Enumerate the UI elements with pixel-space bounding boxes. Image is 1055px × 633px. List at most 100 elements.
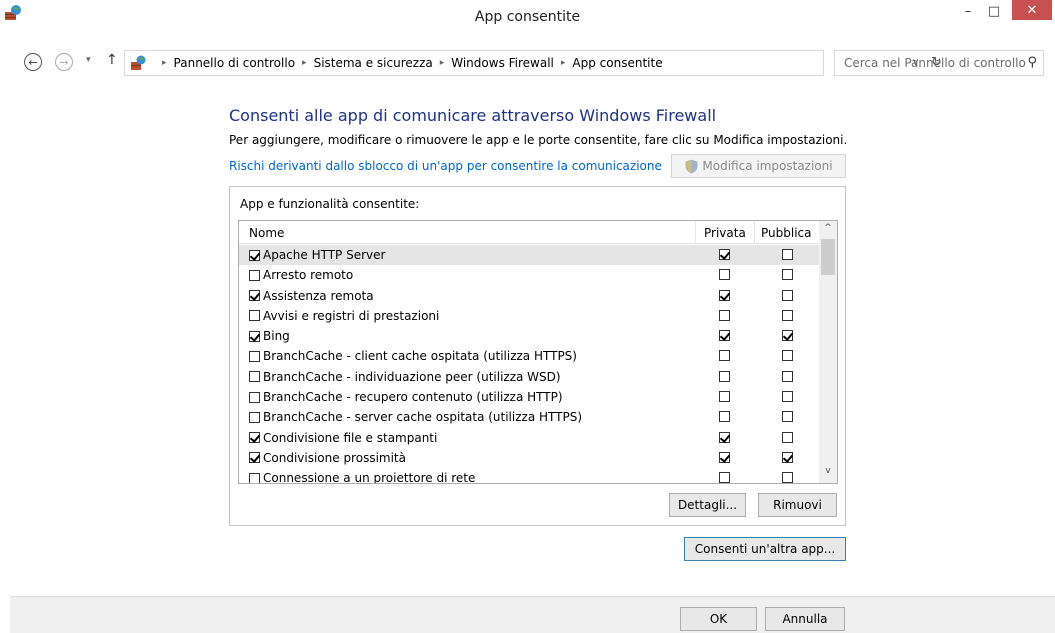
public-checkbox[interactable] — [782, 431, 793, 443]
public-checkbox[interactable] — [782, 330, 793, 342]
ok-button[interactable]: OK — [680, 607, 757, 631]
public-checkbox[interactable] — [782, 249, 793, 260]
app-enabled-checkbox[interactable] — [249, 411, 260, 423]
app-enabled-checkbox[interactable] — [249, 249, 260, 261]
breadcrumb-separator-icon[interactable]: ▸ — [302, 58, 307, 68]
column-header-private[interactable]: Privata — [704, 226, 746, 240]
group-label: App e funzionalità consentite: — [240, 197, 420, 211]
app-enabled-checkbox[interactable] — [249, 290, 260, 302]
table-row[interactable]: BranchCache - client cache ospitata (uti… — [239, 346, 819, 366]
app-enabled-checkbox[interactable] — [249, 350, 260, 362]
app-enabled-checkbox[interactable] — [249, 452, 260, 464]
app-enabled-checkbox[interactable] — [249, 472, 260, 483]
app-enabled-checkbox[interactable] — [249, 391, 260, 403]
column-header-name[interactable]: Nome — [249, 226, 284, 240]
public-checkbox[interactable] — [782, 309, 793, 321]
table-row[interactable]: Apache HTTP Server — [239, 245, 819, 266]
address-bar[interactable]: ▸ Pannello di controllo ▸ Sistema e sicu… — [124, 50, 942, 76]
private-checkbox[interactable] — [719, 431, 730, 443]
column-header-public[interactable]: Pubblica — [761, 226, 811, 240]
private-checkbox[interactable] — [719, 370, 730, 382]
search-input[interactable]: Cerca nel Pannello di controllo ⚲ — [834, 50, 1044, 76]
private-checkbox[interactable] — [719, 350, 730, 362]
breadcrumb-separator-icon[interactable]: ▸ — [440, 58, 445, 68]
risks-link[interactable]: Rischi derivanti dallo sblocco di un'app… — [229, 159, 662, 173]
column-divider — [754, 221, 755, 244]
private-checkbox[interactable] — [719, 289, 730, 301]
app-name-cell: Arresto remoto — [249, 268, 353, 282]
minimize-button[interactable]: – — [955, 0, 981, 22]
private-checkbox[interactable] — [719, 411, 730, 423]
window-title: App consentite — [474, 9, 581, 25]
app-name-cell: Connessione a un proiettore di rete — [249, 471, 475, 483]
public-checkbox[interactable] — [782, 451, 793, 463]
remove-button[interactable]: Rimuovi — [758, 493, 837, 517]
app-enabled-checkbox[interactable] — [249, 371, 260, 383]
table-row[interactable]: Arresto remoto — [239, 265, 819, 285]
private-checkbox[interactable] — [719, 330, 730, 342]
table-row[interactable]: BranchCache - recupero contenuto (utiliz… — [239, 387, 819, 407]
scroll-up-icon[interactable]: ^ — [819, 223, 837, 237]
app-enabled-checkbox[interactable] — [249, 330, 260, 342]
close-button[interactable]: ✕ — [1012, 0, 1052, 20]
table-row[interactable]: Avvisi e registri di prestazioni — [239, 306, 819, 326]
breadcrumb-separator-icon[interactable]: ▸ — [561, 58, 566, 68]
app-name-cell: BranchCache - individuazione peer (utili… — [249, 370, 561, 384]
public-checkbox[interactable] — [782, 370, 793, 382]
private-checkbox[interactable] — [719, 309, 730, 321]
vertical-scrollbar[interactable]: ^ v — [819, 221, 837, 483]
app-name-cell: Condivisione file e stampanti — [249, 431, 437, 445]
maximize-button[interactable]: □ — [981, 0, 1007, 22]
public-checkbox[interactable] — [782, 289, 793, 301]
app-name-cell: Bing — [249, 329, 290, 343]
app-name-label: Condivisione file e stampanti — [263, 430, 438, 445]
allow-another-app-button[interactable]: Consenti un'altra app... — [684, 537, 846, 561]
public-checkbox[interactable] — [782, 350, 793, 362]
back-arrow-icon[interactable]: ← — [24, 53, 42, 71]
app-name-label: BranchCache - server cache ospitata (uti… — [263, 410, 583, 425]
recent-locations-chevron-icon[interactable]: ▾ — [86, 55, 91, 65]
list-header: Nome Privata Pubblica — [239, 221, 819, 244]
table-row[interactable]: BranchCache - server cache ospitata (uti… — [239, 407, 819, 427]
private-checkbox[interactable] — [719, 249, 730, 260]
public-checkbox[interactable] — [782, 269, 793, 281]
app-name-cell: BranchCache - server cache ospitata (uti… — [249, 410, 582, 424]
breadcrumb-item-firewall[interactable]: Windows Firewall — [451, 56, 554, 70]
uac-shield-icon — [686, 159, 698, 173]
forward-arrow-icon[interactable]: → — [55, 53, 73, 71]
breadcrumb-item-sistema[interactable]: Sistema e sicurezza — [314, 56, 433, 70]
search-icon[interactable]: ⚲ — [1027, 55, 1037, 70]
details-button[interactable]: Dettagli... — [669, 493, 746, 517]
cancel-button[interactable]: Annulla — [765, 607, 845, 631]
table-row[interactable]: Condivisione file e stampanti — [239, 428, 819, 448]
private-checkbox[interactable] — [719, 451, 730, 463]
app-name-cell: Condivisione prossimità — [249, 451, 406, 465]
private-checkbox[interactable] — [719, 472, 730, 483]
public-checkbox[interactable] — [782, 411, 793, 423]
breadcrumb-item-app-consentite[interactable]: App consentite — [572, 56, 662, 70]
allowed-apps-list[interactable]: Nome Privata Pubblica Apache HTTP Server… — [238, 220, 838, 484]
private-checkbox[interactable] — [719, 391, 730, 403]
public-checkbox[interactable] — [782, 391, 793, 403]
up-arrow-icon[interactable]: ↑ — [106, 52, 118, 68]
public-checkbox[interactable] — [782, 472, 793, 483]
breadcrumb-item-pannello[interactable]: Pannello di controllo — [174, 56, 296, 70]
scroll-down-icon[interactable]: v — [819, 466, 837, 480]
private-checkbox[interactable] — [719, 269, 730, 281]
app-enabled-checkbox[interactable] — [249, 310, 260, 322]
app-enabled-checkbox[interactable] — [249, 432, 260, 444]
table-row[interactable]: BranchCache - individuazione peer (utili… — [239, 367, 819, 387]
list-rows: Apache HTTP Server Arresto remoto Assisten… — [239, 245, 819, 483]
column-divider — [695, 221, 696, 244]
dialog-footer: OK Annulla — [10, 596, 1055, 633]
modify-settings-button[interactable]: Modifica impostazioni — [671, 154, 846, 178]
table-row[interactable]: Bing — [239, 326, 819, 346]
scroll-thumb[interactable] — [821, 239, 835, 275]
navigation-bar: ← → ▾ ↑ ▸ Pannello di controllo ▸ Sistem… — [0, 50, 1055, 76]
table-row[interactable]: Connessione a un proiettore di rete — [239, 468, 819, 483]
app-name-cell: Avvisi e registri di prestazioni — [249, 309, 439, 323]
app-name-cell: Assistenza remota — [249, 289, 374, 303]
table-row[interactable]: Assistenza remota — [239, 286, 819, 306]
table-row[interactable]: Condivisione prossimità — [239, 448, 819, 468]
app-enabled-checkbox[interactable] — [249, 269, 260, 281]
